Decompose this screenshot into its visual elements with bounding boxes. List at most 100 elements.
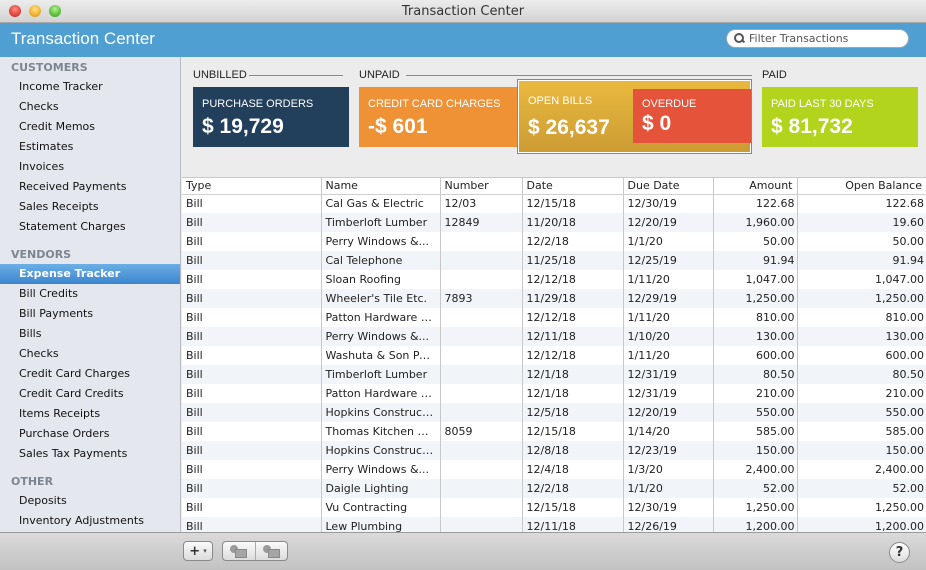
cell-due-date: 1/1/20: [622, 479, 713, 498]
cell-date: 12/11/18: [521, 327, 623, 346]
table-row[interactable]: Bill Timberloft Lumber 12/1/18 12/31/19 80.5…: [182, 365, 926, 384]
summary-panel: UNBILLED UNPAID PAID PURCHASE ORDERS $ 1…: [182, 57, 926, 175]
column-header-due-date[interactable]: Due Date: [622, 178, 713, 195]
sidebar-item-purchase-orders[interactable]: Purchase Orders: [0, 424, 180, 444]
column-header-date[interactable]: Date: [521, 178, 623, 195]
table-row[interactable]: Bill Sloan Roofing 12/12/18 1/11/20 1,047.00…: [182, 270, 926, 289]
cell-open-balance: 585.00: [796, 422, 926, 441]
cell-date: 12/1/18: [521, 365, 623, 384]
email-button[interactable]: [255, 542, 287, 560]
sidebar-item-sales-receipts[interactable]: Sales Receipts: [0, 197, 180, 217]
cell-number: [439, 403, 522, 422]
sidebar-item-bill-payments[interactable]: Bill Payments: [0, 304, 180, 324]
cell-name: Lew Plumbing: [320, 517, 440, 532]
open-bills-card[interactable]: OPEN BILLS $ 26,637 OVERDUE $ 0: [519, 81, 751, 152]
sidebar-item-credit-card-charges[interactable]: Credit Card Charges: [0, 364, 180, 384]
transactions-table: Type Name Number Date Due Date Amount Open Bal…: [182, 177, 926, 532]
cell-due-date: 12/30/19: [622, 498, 713, 517]
cell-number: [439, 308, 522, 327]
print-icon: [230, 544, 248, 558]
sidebar-section-customers: CUSTOMERS: [11, 61, 88, 74]
column-header-type[interactable]: Type: [182, 178, 321, 195]
cell-open-balance: 1,047.00: [796, 270, 926, 289]
sidebar-item-credit-memos[interactable]: Credit Memos: [0, 117, 180, 137]
cell-name: Timberloft Lumber: [320, 365, 440, 384]
column-header-number[interactable]: Number: [439, 178, 522, 195]
window-title: Transaction Center: [401, 4, 525, 19]
column-header-name[interactable]: Name: [320, 178, 440, 195]
sidebar-item-invoices[interactable]: Invoices: [0, 157, 180, 177]
cell-name: Hopkins Construct...: [320, 441, 440, 460]
help-button[interactable]: ?: [889, 542, 910, 563]
sidebar-item-checks[interactable]: Checks: [0, 97, 180, 117]
table-row[interactable]: Bill Hopkins Construct... 12/5/18 12/20/19 5…: [182, 403, 926, 422]
table-row[interactable]: Bill Patton Hardware S... 12/1/18 12/31/19 2…: [182, 384, 926, 403]
cell-amount: 550.00: [712, 403, 797, 422]
divider: [249, 75, 343, 76]
filter-transactions-input[interactable]: [749, 32, 899, 45]
cell-amount: 810.00: [712, 308, 797, 327]
sidebar-item-bills[interactable]: Bills: [0, 324, 180, 344]
table-row[interactable]: Bill Lew Plumbing 12/11/18 12/26/19 1,200.00…: [182, 517, 926, 532]
column-header-amount[interactable]: Amount: [712, 178, 797, 195]
purchase-orders-card[interactable]: PURCHASE ORDERS $ 19,729: [193, 87, 349, 147]
cell-date: 11/29/18: [521, 289, 623, 308]
sidebar-item-inventory-adjustments[interactable]: Inventory Adjustments: [0, 511, 180, 531]
cell-date: 12/2/18: [521, 232, 623, 251]
table-row[interactable]: Bill Perry Windows &... 12/4/18 1/3/20 2,400…: [182, 460, 926, 479]
card-label: CREDIT CARD CHARGES: [368, 98, 501, 110]
column-header-open-balance[interactable]: Open Balance: [796, 178, 926, 195]
cell-date: 12/8/18: [521, 441, 623, 460]
card-value: $ 81,732: [771, 115, 853, 138]
cell-number: [439, 517, 522, 532]
cell-name: Daigle Lighting: [320, 479, 440, 498]
table-row[interactable]: Bill Perry Windows &... 12/2/18 1/1/20 50.00…: [182, 232, 926, 251]
sidebar-item-checks[interactable]: Checks: [0, 344, 180, 364]
table-row[interactable]: Bill Wheeler's Tile Etc. 7893 11/29/18 12/29…: [182, 289, 926, 308]
sidebar-item-credit-card-credits[interactable]: Credit Card Credits: [0, 384, 180, 404]
table-row[interactable]: Bill Washuta & Son Pai... 12/12/18 1/11/20 6…: [182, 346, 926, 365]
cell-amount: 1,047.00: [712, 270, 797, 289]
table-row[interactable]: Bill Cal Telephone 11/25/18 12/25/19 91.94 91…: [182, 251, 926, 270]
sidebar-item-expense-tracker[interactable]: Expense Tracker: [0, 264, 180, 284]
cell-date: 12/15/18: [521, 194, 623, 213]
table-row[interactable]: Bill Cal Gas & Electric 12/03 12/15/18 12/30…: [182, 194, 926, 213]
table-row[interactable]: Bill Thomas Kitchen &... 8059 12/15/18 1/14/…: [182, 422, 926, 441]
sidebar-item-items-receipts[interactable]: Items Receipts: [0, 404, 180, 424]
cell-type: Bill: [186, 311, 203, 324]
sidebar-item-sales-tax-payments[interactable]: Sales Tax Payments: [0, 444, 180, 464]
paid-last-30-days-card[interactable]: PAID LAST 30 DAYS $ 81,732: [762, 87, 918, 147]
sidebar-item-statement-charges[interactable]: Statement Charges: [0, 217, 180, 237]
cell-date: 12/12/18: [521, 308, 623, 327]
table-row[interactable]: Bill Perry Windows &... 12/11/18 1/10/20 130…: [182, 327, 926, 346]
table-row[interactable]: Bill Daigle Lighting 12/2/18 1/1/20 52.00 52.…: [182, 479, 926, 498]
cell-type: Bill: [186, 273, 203, 286]
filter-search-box[interactable]: [726, 29, 909, 48]
card-label: PURCHASE ORDERS: [202, 98, 314, 110]
sidebar-item-received-payments[interactable]: Received Payments: [0, 177, 180, 197]
group-label-paid: PAID: [762, 69, 787, 81]
cell-number: [439, 384, 522, 403]
cell-open-balance: 150.00: [796, 441, 926, 460]
sidebar-item-deposits[interactable]: Deposits: [0, 491, 180, 511]
overdue-card[interactable]: OVERDUE $ 0: [633, 89, 751, 143]
sidebar-item-income-tracker[interactable]: Income Tracker: [0, 77, 180, 97]
card-value: $ 26,637: [528, 116, 610, 139]
table-row[interactable]: Bill Patton Hardware S... 12/12/18 1/11/20 8…: [182, 308, 926, 327]
table-row[interactable]: Bill Timberloft Lumber 12849 11/20/18 12/20/…: [182, 213, 926, 232]
sidebar-item-estimates[interactable]: Estimates: [0, 137, 180, 157]
app-header: Transaction Center: [0, 23, 926, 57]
cell-due-date: 1/14/20: [622, 422, 713, 441]
group-label-unbilled: UNBILLED: [193, 69, 247, 81]
table-row[interactable]: Bill Vu Contracting 12/15/18 12/30/19 1,250.…: [182, 498, 926, 517]
email-icon: [262, 544, 281, 558]
table-row[interactable]: Bill Hopkins Construct... 12/8/18 12/23/19 1…: [182, 441, 926, 460]
card-value: $ 19,729: [202, 115, 284, 138]
sidebar-item-bill-credits[interactable]: Bill Credits: [0, 284, 180, 304]
add-transaction-button[interactable]: + ▾: [183, 541, 213, 561]
cell-amount: 50.00: [712, 232, 797, 251]
credit-card-charges-card[interactable]: CREDIT CARD CHARGES -$ 601: [359, 87, 517, 147]
cell-due-date: 1/3/20: [622, 460, 713, 479]
print-button[interactable]: [223, 542, 255, 560]
